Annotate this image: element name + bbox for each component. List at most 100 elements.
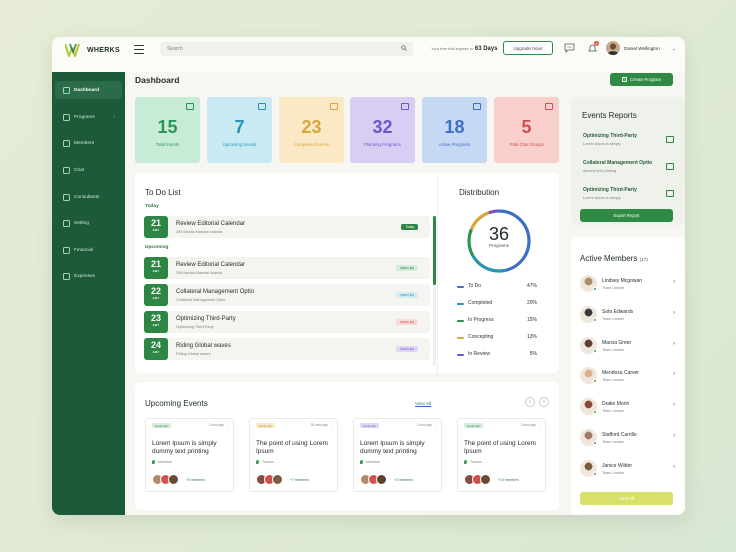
- sidebar-item-expenses[interactable]: Expenses: [55, 267, 122, 285]
- stat-card-active-programs[interactable]: 18 Active Programs: [422, 97, 487, 163]
- stat-card-total-events[interactable]: 15 Total Events: [135, 97, 200, 163]
- member-item[interactable]: Stafford Carrillo Team Leader ›: [580, 429, 675, 447]
- chevron-right-icon[interactable]: ›: [673, 464, 675, 470]
- date-box: 21 ABY: [144, 257, 168, 279]
- date-box: 21 ABY: [144, 216, 168, 238]
- notification-badge: 4: [594, 41, 599, 46]
- chat-icon[interactable]: [564, 43, 575, 53]
- legend-label: Concepting: [468, 334, 494, 340]
- events-view-all-link[interactable]: View All: [415, 401, 431, 406]
- export-icon[interactable]: [666, 136, 674, 143]
- legend-item: Concepting 13%: [457, 334, 537, 342]
- todo-item[interactable]: 22 ABY Collateral Management Optio Colla…: [144, 284, 430, 306]
- stat-card-upcoming-events[interactable]: 7 Upcoming Events: [207, 97, 272, 163]
- status-badge: lpsum lpq: [396, 346, 418, 352]
- member-item[interactable]: Mendoza Carver Team Leader ›: [580, 367, 675, 385]
- chevron-left-icon[interactable]: ‹: [525, 397, 535, 407]
- legend-item: Completed 20%: [457, 300, 537, 308]
- today-label: Today: [145, 204, 159, 209]
- members-view-all-button[interactable]: View All: [580, 492, 673, 505]
- todo-month: ABY: [152, 228, 160, 232]
- programs-icon: [63, 113, 70, 121]
- sidebar-item-label: Programs: [74, 114, 95, 120]
- more-icon[interactable]: ⋮: [330, 422, 334, 427]
- member-role: Team Leader: [602, 348, 625, 352]
- member-item[interactable]: Drake Morin Team Leader ›: [580, 398, 675, 416]
- export-icon[interactable]: [666, 190, 674, 197]
- brand-logo[interactable]: WHERKS: [65, 43, 120, 57]
- todo-item[interactable]: 21 ABY Review Editorial Calendar 299 Man…: [144, 257, 430, 279]
- event-card[interactable]: lpsum lpq 1 hour ago ⋮ Lorem Ipsum is si…: [353, 418, 442, 492]
- legend-label: Completed: [468, 300, 493, 306]
- location-pin-icon: [256, 460, 259, 465]
- todo-scrollbar[interactable]: [433, 216, 436, 366]
- todo-day: 23: [150, 313, 161, 323]
- report-item-title[interactable]: Collateral Management Optio: [583, 160, 652, 166]
- export-report-button[interactable]: Export Report: [580, 209, 673, 222]
- online-status-icon: [593, 472, 597, 476]
- todo-subtitle: Optimizing Third-Party: [176, 325, 214, 329]
- chevron-right-icon[interactable]: ›: [673, 433, 675, 439]
- todo-day: 21: [150, 218, 161, 228]
- todo-item[interactable]: 21 ABY Review Editorial Calendar 299 Man…: [144, 216, 430, 238]
- chevron-right-icon[interactable]: ›: [673, 371, 675, 377]
- chevron-right-icon[interactable]: ›: [673, 402, 675, 408]
- sidebar-item-chat[interactable]: Chat: [55, 161, 122, 179]
- create-program-button[interactable]: + Create Program: [610, 73, 673, 86]
- todo-day: 21: [150, 259, 161, 269]
- more-icon[interactable]: ⋮: [434, 422, 438, 427]
- stat-value: 7: [234, 117, 245, 137]
- plus-icon: +: [621, 77, 627, 82]
- chevron-right-icon[interactable]: ›: [673, 310, 675, 316]
- legend-percent: 47%: [526, 283, 537, 289]
- event-members: +5 members: [186, 478, 205, 482]
- event-card[interactable]: lpsum lpq 1 hour ago ⋮ Lorem Ipsum is si…: [145, 418, 234, 492]
- todo-item[interactable]: 23 ABY Optimizing Third-Party Optimizing…: [144, 311, 430, 333]
- search-icon[interactable]: [401, 45, 407, 51]
- todo-subtitle: 299 Manila Marshal Islands: [176, 230, 223, 234]
- event-title: The point of using Lorem Ipsum: [256, 440, 328, 455]
- report-item-subtitle: dummy text printing: [583, 169, 617, 173]
- sidebar-item-setting[interactable]: Setting: [55, 214, 122, 232]
- chevron-right-icon[interactable]: ›: [673, 279, 675, 285]
- sidebar-item-members[interactable]: Members: [55, 134, 122, 152]
- avatar: [168, 474, 179, 485]
- todo-item[interactable]: 24 ABY Riding Global waves Riding Global…: [144, 338, 430, 360]
- member-name: Drake Morin: [602, 401, 630, 407]
- chevron-down-icon[interactable]: ⌄: [672, 46, 676, 52]
- member-item[interactable]: Marcia Greer Team Leader ›: [580, 337, 675, 355]
- member-role: Team Leader: [602, 409, 625, 413]
- member-item[interactable]: Soto Edwards Team Leader ›: [580, 306, 675, 324]
- avatar-group: [152, 474, 187, 485]
- member-item[interactable]: Janice Wilder Team Leader ›: [580, 460, 675, 478]
- member-item[interactable]: Lindsey Mcgowan Team Leader ›: [580, 275, 675, 293]
- stat-label: Total Chat Groups: [509, 142, 544, 147]
- more-icon[interactable]: ⋮: [226, 422, 230, 427]
- stat-card-chat-groups[interactable]: 5 Total Chat Groups: [494, 97, 559, 163]
- chevron-right-icon[interactable]: ›: [673, 341, 675, 347]
- more-icon[interactable]: ⋮: [538, 422, 542, 427]
- event-card[interactable]: lpsum lpq 30 mins ago ⋮ The point of usi…: [249, 418, 338, 492]
- chevron-right-icon[interactable]: ›: [539, 397, 549, 407]
- user-avatar[interactable]: [606, 41, 620, 55]
- stat-card-planning-programs[interactable]: 32 Planning Programs: [350, 97, 415, 163]
- menu-toggle-icon[interactable]: [134, 45, 144, 54]
- sidebar-item-consultants[interactable]: Consultants: [55, 188, 122, 206]
- user-name[interactable]: Daniel Wellington: [624, 46, 660, 51]
- search-input[interactable]: [160, 42, 413, 56]
- sidebar: Dashboard Programs › Members Chat Consul…: [52, 72, 125, 515]
- event-card[interactable]: lpsum lpq 2 hour ago ⋮ The point of usin…: [457, 418, 546, 492]
- stat-card-completed-events[interactable]: 23 Completed Events: [279, 97, 344, 163]
- upgrade-button[interactable]: Upgrade Now!: [503, 41, 553, 55]
- date-box: 24 ABY: [144, 338, 168, 360]
- legend-item: To Do 47%: [457, 283, 537, 291]
- export-icon[interactable]: [666, 163, 674, 170]
- scrollbar-thumb[interactable]: [433, 216, 436, 285]
- online-status-icon: [593, 379, 597, 383]
- location-pin-icon: [360, 460, 363, 465]
- report-item-title[interactable]: Optimizing Third-Party: [583, 187, 637, 193]
- sidebar-item-programs[interactable]: Programs ›: [55, 108, 122, 126]
- sidebar-item-dashboard[interactable]: Dashboard: [55, 81, 122, 99]
- report-item-title[interactable]: Optimizing Third-Party: [583, 133, 637, 139]
- sidebar-item-financial[interactable]: Financial: [55, 241, 122, 259]
